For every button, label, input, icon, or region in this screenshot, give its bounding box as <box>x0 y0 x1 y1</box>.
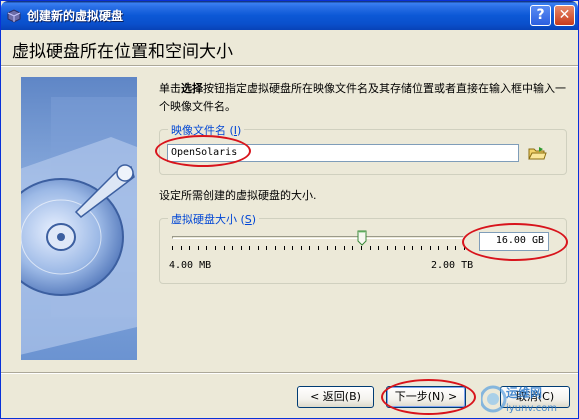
slider-tick <box>421 246 422 250</box>
slider-tick <box>309 246 310 250</box>
slider-tick <box>249 246 250 250</box>
slider-tick <box>352 246 353 250</box>
title-bar[interactable]: 创建新的虚拟硬盘 ? ✕ <box>1 1 578 30</box>
slider-tick <box>224 246 225 250</box>
disk-size-legend-end: ) <box>251 213 257 226</box>
slider-tick <box>284 246 285 250</box>
disk-size-legend: 虚拟硬盘大小 (S) <box>168 211 260 227</box>
slider-tick <box>258 246 259 250</box>
slider-tick <box>275 246 276 250</box>
wizard-side-image <box>21 77 137 360</box>
slider-tick <box>370 246 371 250</box>
virtualbox-icon <box>7 9 21 23</box>
slider-tick <box>318 246 319 250</box>
watermark-text-1: 运维网 <box>506 386 543 400</box>
slider-tick <box>447 246 448 250</box>
browse-button[interactable] <box>527 144 547 162</box>
disk-size-slider-track[interactable] <box>172 236 464 239</box>
slider-tick <box>395 246 396 250</box>
slider-tick <box>387 246 388 250</box>
back-button[interactable]: < 返回(B) <box>297 386 374 408</box>
instructions-suffix: 按钮指定虚拟硬盘所在映像文件名及其存储位置或者直接在输入框中输入一个映像文件名。 <box>159 82 566 113</box>
slider-tick <box>455 246 456 250</box>
image-file-legend-end: ) <box>237 124 242 137</box>
slider-tick <box>206 246 207 250</box>
slider-tick <box>215 246 216 250</box>
slider-tick <box>404 246 405 250</box>
image-file-legend-text: 映像文件名 ( <box>171 124 234 137</box>
slider-tick <box>378 246 379 250</box>
close-icon: ✕ <box>558 7 571 23</box>
slider-tick <box>361 246 362 250</box>
slider-tick <box>430 246 431 250</box>
slider-tick <box>198 246 199 250</box>
slider-tick <box>301 246 302 250</box>
slider-max-label: 2.00 TB <box>431 260 474 271</box>
page-title: 虚拟硬盘所在位置和空间大小 <box>12 42 233 62</box>
slider-tick <box>181 246 182 250</box>
hard-disk-illustration <box>21 97 137 355</box>
slider-tick <box>327 246 328 250</box>
disk-size-slider-thumb[interactable] <box>357 230 367 246</box>
window-title: 创建新的虚拟硬盘 <box>27 9 124 23</box>
slider-tick <box>292 246 293 250</box>
slider-tick <box>412 246 413 250</box>
header-divider <box>1 65 578 67</box>
instructions-bold: 选择 <box>181 82 203 95</box>
next-button[interactable]: 下一步(N) > <box>386 386 466 408</box>
slider-tick <box>266 246 267 250</box>
size-description: 设定所需创建的虚拟硬盘的大小. <box>159 189 317 202</box>
disk-size-value: 16.00 GB <box>495 235 544 246</box>
image-file-value: OpenSolaris <box>171 147 238 158</box>
wizard-window: 创建新的虚拟硬盘 ? ✕ 虚拟硬盘所在位置和空间大小 单击选择按钮指定虚拟硬盘所… <box>0 0 579 419</box>
disk-size-input[interactable]: 16.00 GB <box>479 232 549 251</box>
help-button[interactable]: ? <box>530 5 551 26</box>
image-file-legend: 映像文件名 (I) <box>168 122 245 138</box>
disk-size-ticks <box>172 246 465 252</box>
slider-tick <box>232 246 233 250</box>
slider-tick <box>172 246 173 250</box>
image-file-input[interactable]: OpenSolaris <box>167 144 519 162</box>
folder-icon <box>528 147 547 160</box>
slider-tick <box>344 246 345 250</box>
slider-tick <box>189 246 190 250</box>
slider-tick <box>241 246 242 250</box>
close-button[interactable]: ✕ <box>554 5 575 26</box>
disk-size-legend-key: S <box>244 213 252 226</box>
slider-tick <box>335 246 336 250</box>
slider-tick <box>438 246 439 250</box>
slider-min-label: 4.00 MB <box>169 260 212 271</box>
instructions-prefix: 单击 <box>159 82 181 95</box>
instructions-text: 单击选择按钮指定虚拟硬盘所在映像文件名及其存储位置或者直接在输入框中输入一个映像… <box>159 80 569 116</box>
help-icon: ? <box>536 7 545 23</box>
disk-size-legend-text: 虚拟硬盘大小 ( <box>171 213 245 226</box>
slider-tick <box>464 246 465 250</box>
watermark-text-2: iyunv.com <box>506 403 558 414</box>
